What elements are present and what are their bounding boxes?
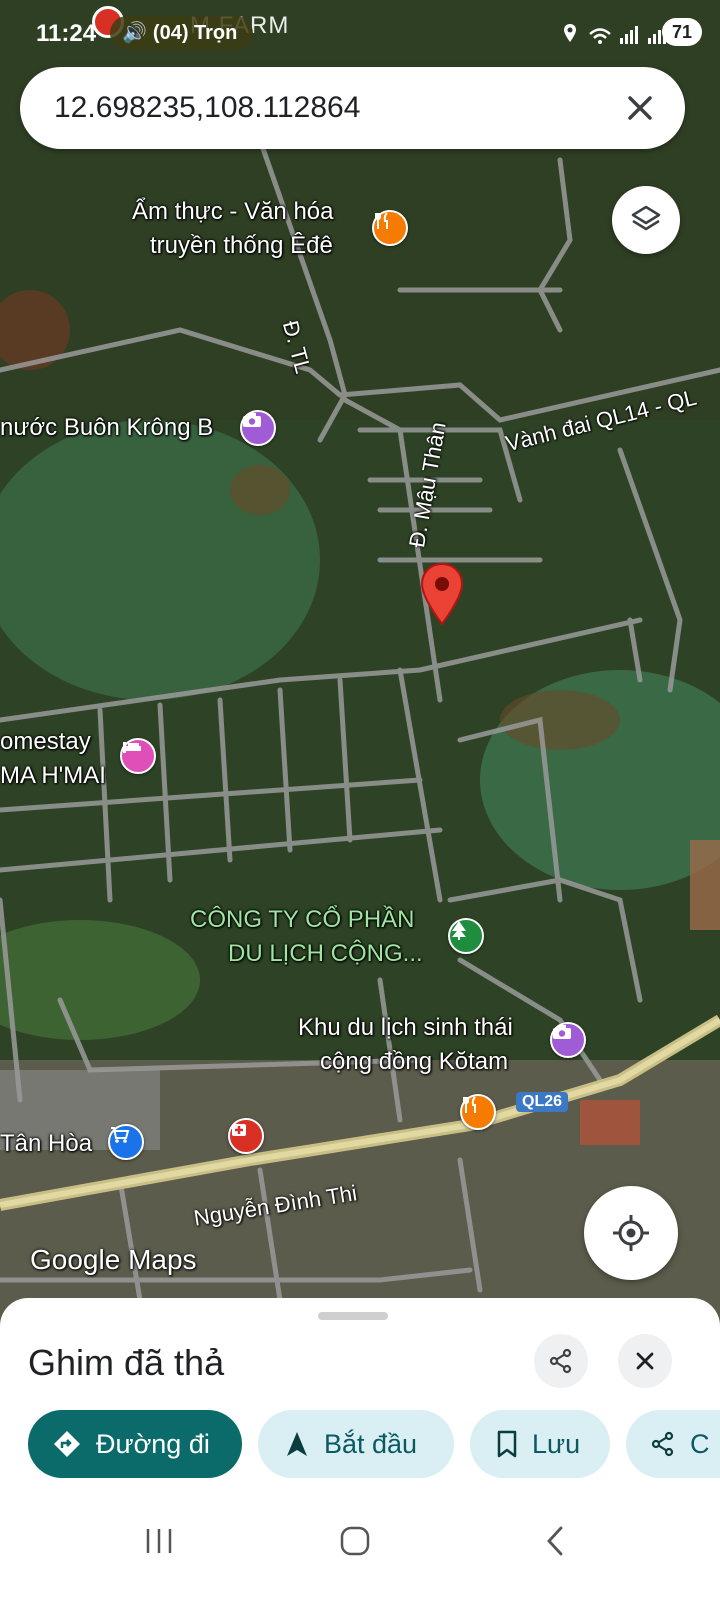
media-pill-text: (04) Trọn	[152, 22, 238, 44]
close-sheet-button[interactable]	[618, 1334, 672, 1388]
sheet-drag-handle[interactable]	[318, 1312, 388, 1320]
map-layers-button[interactable]	[612, 186, 680, 254]
restaurant-poi-icon[interactable]	[372, 210, 408, 246]
sheet-title: Ghim đã thả	[28, 1342, 225, 1383]
crosshair-location-icon	[613, 1215, 649, 1251]
signal-wifi-location-icons	[564, 24, 666, 44]
attraction-poi-icon[interactable]	[240, 410, 276, 446]
home-icon	[340, 1526, 370, 1556]
back-icon	[547, 1526, 563, 1556]
share-icon	[651, 1431, 674, 1457]
google-maps-attribution: Google Maps	[30, 1244, 197, 1275]
status-bar: 11:24 M FARM 🔊(04) Trọn 71	[0, 0, 720, 64]
fork-knife-icon	[463, 1096, 476, 1113]
battery-indicator: 71	[662, 18, 702, 46]
camera-icon	[553, 1025, 571, 1039]
bed-icon	[123, 742, 141, 753]
buon-krong-label[interactable]: nước Buôn Krông B	[0, 412, 213, 444]
directions-icon	[54, 1431, 80, 1457]
eco-label-line2[interactable]: cộng đồng Kŏtam	[320, 1046, 508, 1078]
directions-label: Đường đi	[96, 1428, 210, 1459]
fork-knife-icon	[375, 212, 388, 229]
eco-attraction-poi-icon[interactable]	[550, 1022, 586, 1058]
media-pill[interactable]: 🔊 (04) Trọn	[110, 16, 254, 50]
start-button[interactable]: Bắt đầu	[258, 1410, 454, 1478]
share-button[interactable]	[534, 1334, 588, 1388]
bookmark-icon	[497, 1430, 517, 1458]
route-shield-ql26: QL26	[516, 1092, 569, 1112]
search-input[interactable]: 12.698235,108.112864	[54, 91, 360, 125]
speaker-icon: 🔊	[122, 22, 147, 44]
park-poi-icon[interactable]	[448, 918, 484, 954]
status-icons	[562, 22, 672, 51]
company-label-line2[interactable]: DU LỊCH CỘNG...	[228, 938, 423, 970]
map-view[interactable]: Ẩm thực - Văn hóa truyền thống Êđê nước …	[0, 0, 720, 1340]
home-button[interactable]	[330, 1516, 380, 1566]
homestay-label-line1[interactable]: omestay	[0, 726, 91, 758]
recent-apps-button[interactable]	[134, 1516, 184, 1566]
directions-button[interactable]: Đường đi	[28, 1410, 242, 1478]
share-chip-label: C	[690, 1428, 710, 1459]
recent-apps-icon	[146, 1529, 172, 1553]
close-icon	[628, 96, 652, 120]
pharmacy-poi-icon[interactable]	[228, 1118, 264, 1154]
layers-icon	[631, 205, 661, 231]
share-icon	[549, 1348, 572, 1374]
clear-search-button[interactable]	[619, 87, 661, 129]
shop-poi-icon[interactable]	[108, 1124, 144, 1160]
restaurant-poi-icon-2[interactable]	[460, 1094, 496, 1130]
dropped-pin-icon[interactable]	[420, 562, 464, 626]
share-chip-button[interactable]: C	[626, 1410, 720, 1478]
restaurant-label-line1[interactable]: Ẩm thực - Văn hóa	[132, 196, 334, 228]
start-label: Bắt đầu	[324, 1428, 418, 1459]
pharmacy-icon	[232, 1124, 246, 1136]
company-label-line1[interactable]: CÔNG TY CỔ PHẦN	[190, 904, 414, 936]
tan-hoa-label[interactable]: Tân Hòa	[0, 1128, 92, 1160]
homestay-label-line2[interactable]: MA H'MAI	[0, 760, 106, 792]
system-nav-bar	[0, 1488, 720, 1600]
camera-icon	[243, 413, 261, 427]
search-bar[interactable]: 12.698235,108.112864	[20, 67, 685, 149]
close-icon	[636, 1352, 654, 1370]
save-button[interactable]: Lưu	[470, 1410, 610, 1478]
eco-label-line1[interactable]: Khu du lịch sinh thái	[298, 1012, 513, 1044]
back-button[interactable]	[530, 1516, 580, 1566]
status-time: 11:24	[36, 20, 97, 47]
hotel-poi-icon[interactable]	[120, 738, 156, 774]
my-location-button[interactable]	[584, 1186, 678, 1280]
restaurant-label-line2[interactable]: truyền thống Êđê	[150, 230, 333, 262]
tree-icon	[452, 921, 466, 940]
navigation-arrow-icon	[287, 1432, 307, 1456]
cart-icon	[111, 1127, 130, 1143]
save-label: Lưu	[532, 1428, 581, 1459]
